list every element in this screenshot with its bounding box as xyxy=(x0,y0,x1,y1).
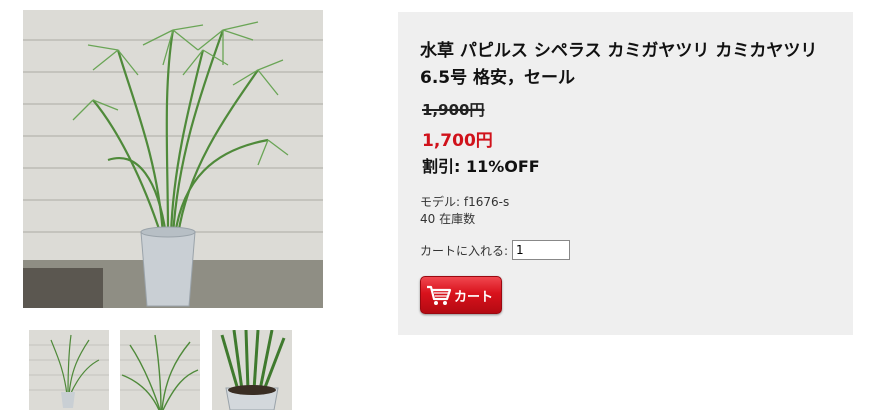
thumbnail-1[interactable] xyxy=(29,330,109,410)
original-price: 1,900円 xyxy=(422,101,485,119)
thumbnail-3[interactable] xyxy=(212,330,292,410)
add-to-cart-row: カートに入れる: xyxy=(420,240,571,260)
stock-count: 40 在庫数 xyxy=(420,212,476,226)
quantity-label: カートに入れる: xyxy=(420,243,509,258)
main-product-image[interactable] xyxy=(23,10,323,308)
product-info-panel: 水草 パピルス シペラス カミガヤツリ カミカヤツリ 6.5号 格安，セール 1… xyxy=(398,12,853,335)
model-number: モデル: f1676-s xyxy=(420,195,510,209)
discount-label: 割引: 11%OFF xyxy=(422,157,540,176)
cart-button-label: カート xyxy=(454,289,494,305)
sale-price: 1,700円 xyxy=(422,131,493,151)
thumbnail-2[interactable] xyxy=(120,330,200,410)
add-to-cart-button[interactable]: カート xyxy=(420,276,502,314)
quantity-input[interactable] xyxy=(512,240,571,260)
product-title: 水草 パピルス シペラス カミガヤツリ カミカヤツリ 6.5号 格安，セール xyxy=(420,41,818,88)
shopping-cart-icon xyxy=(427,285,452,305)
